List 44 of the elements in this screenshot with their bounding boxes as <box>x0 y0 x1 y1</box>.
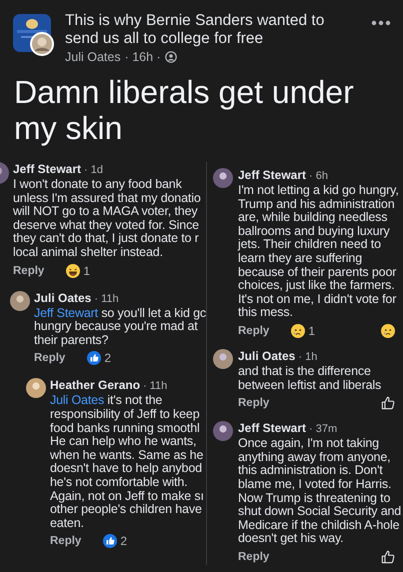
avatar[interactable] <box>30 32 54 56</box>
comment-time: · 1h <box>298 350 318 363</box>
reply-link[interactable]: Reply <box>238 397 270 410</box>
like-icon[interactable] <box>381 396 395 410</box>
mention-link[interactable]: Jeff Stewart <box>34 306 98 320</box>
friends-icon <box>164 51 177 63</box>
reaction-count: 1 <box>83 264 90 278</box>
comment-text: I'm not letting a kid go hungry, Trump and his administration are, while building needless ballrooms and buying luxury jets. Their children need to learn they are suffering because of their parents poor choices, just like the farmers. It's not on me, I didn't vote for this mess. <box>238 184 400 320</box>
comment-text: and that is the difference between leftist and liberals <box>238 364 382 392</box>
comment-time: · 11h <box>94 292 119 305</box>
comment-author[interactable]: Juli Oates <box>34 290 92 305</box>
avatar[interactable] <box>26 378 46 398</box>
comment-text: Juli Oates it's not the responsibility of Jeff to keep food banks running smoothl He can help who he wants, when he wants. Same as he doesn't have to help anybod he's not comfortable with. Again, not on Jeff to make sı other people's children have eaten. <box>50 394 205 530</box>
reply-link[interactable]: Reply <box>13 264 44 277</box>
reply-link[interactable]: Reply <box>34 352 66 364</box>
comment-author[interactable]: Heather Gerano <box>50 378 140 392</box>
more-options-icon[interactable] <box>371 20 391 26</box>
post-time: · 16h · <box>124 50 161 64</box>
comment-author[interactable]: Jeff Stewart <box>238 168 306 182</box>
comment-author[interactable]: Jeff Stewart <box>238 421 306 436</box>
comment-time: · 6h <box>309 170 328 182</box>
reply-link[interactable]: Reply <box>238 550 270 563</box>
post-title[interactable]: This is why Bernie Sanders wanted to send us all to college for free <box>65 12 361 48</box>
comment-author[interactable]: Juli Oates <box>238 348 296 363</box>
comment-text: Once again, I'm not taking anything away from anyone, this administration is. Don't blame me, I voted for Harris. Now Trump is threatening to shut down Social Security and Medicare if the childish A-hole doesn't get his way. <box>238 437 402 546</box>
comment-text: Jeff Stewart so you'll let a kid gc hungry because you're mad at their parents? <box>34 306 206 348</box>
comment-time: · 11h <box>143 380 168 392</box>
like-icon[interactable] <box>381 550 395 564</box>
reaction-count: 2 <box>104 351 112 366</box>
comment-time: · 1d <box>84 164 103 176</box>
avatar[interactable] <box>213 348 233 369</box>
comment-time: · 37m <box>309 423 338 436</box>
mention-link[interactable]: Juli Oates <box>50 393 104 408</box>
post-text: Damn liberals get under my skin <box>13 73 355 146</box>
reply-link[interactable]: Reply <box>238 324 270 337</box>
avatar[interactable] <box>213 168 233 188</box>
avatar[interactable] <box>10 290 30 311</box>
post-author[interactable]: Juli Oates <box>65 50 121 64</box>
comment-text: I won't donate to any food bank unless I'm assured that my donatio will NOT go to a MAGA voter, they deserve what they voted for. Since they can't do that, I just donate to r local animal shelter instead. <box>13 178 202 260</box>
reaction-count: 2 <box>120 534 128 548</box>
reaction-count: 1 <box>308 324 316 338</box>
reply-link[interactable]: Reply <box>50 535 82 548</box>
comment-author[interactable]: Jeff Stewart <box>13 162 82 176</box>
avatar[interactable] <box>213 421 233 442</box>
